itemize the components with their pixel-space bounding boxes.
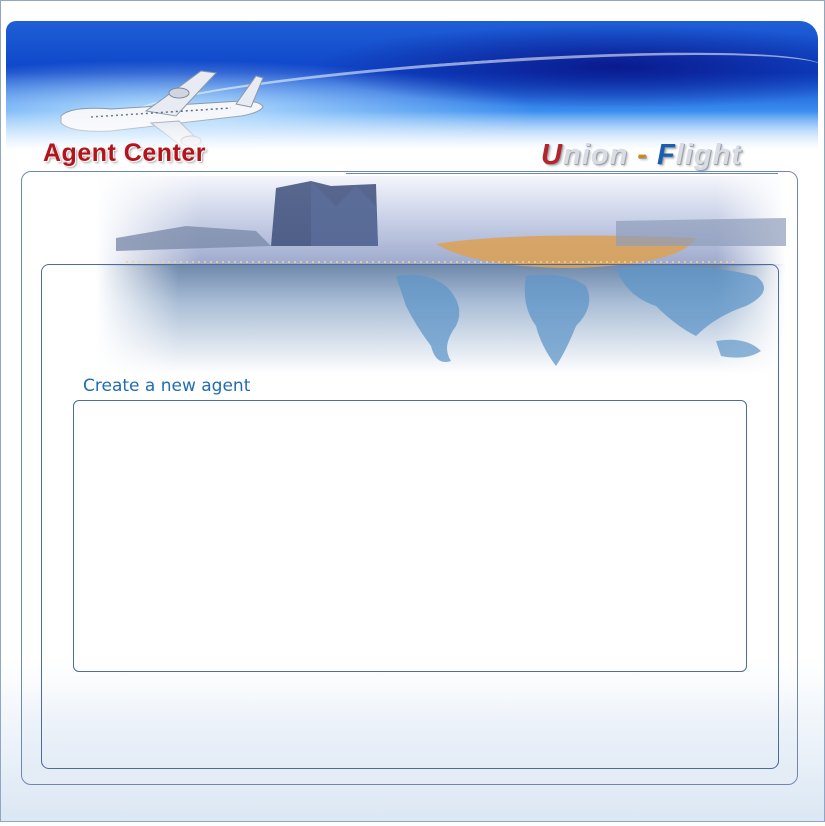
create-agent-form xyxy=(73,400,747,672)
union-flight-logo: Union - Flight xyxy=(541,139,742,171)
airplane-icon xyxy=(60,70,264,151)
section-heading: Create a new agent xyxy=(83,376,251,396)
header-banner xyxy=(6,21,818,151)
page: Agent Center Union - Flight Create a new… xyxy=(0,0,825,822)
page-title: Agent Center xyxy=(43,139,206,167)
